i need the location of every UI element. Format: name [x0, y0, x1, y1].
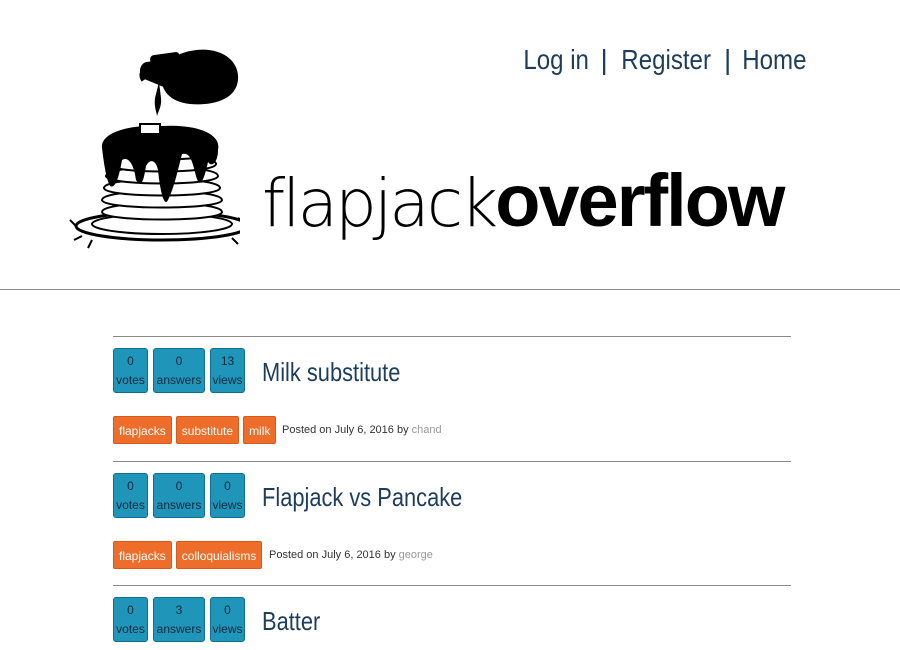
register-link[interactable]: Register: [621, 44, 711, 76]
tag-colloquialisms[interactable]: colloquialisms: [175, 541, 263, 569]
tag-substitute[interactable]: substitute: [175, 416, 240, 444]
votes-label: votes: [116, 373, 145, 387]
answers-label: answers: [156, 498, 202, 512]
votes-counter: 0 votes: [113, 597, 148, 642]
question-item: 0 votes 0 answers 13 views Milk substitu…: [113, 336, 791, 461]
views-counter: 0 views: [210, 597, 245, 642]
answers-count: 3: [175, 603, 183, 617]
tag-flapjacks[interactable]: flapjacks: [113, 416, 172, 444]
votes-count: 0: [127, 354, 134, 368]
question-title-link[interactable]: Flapjack vs Pancake: [262, 482, 462, 513]
views-label: views: [212, 373, 243, 387]
nav-separator: |: [724, 44, 732, 75]
tag-list: flapjacks substitute milk: [113, 416, 277, 444]
votes-label: votes: [116, 622, 145, 636]
question-stats: 0 votes 0 answers 0 views: [113, 473, 245, 518]
author-link[interactable]: george: [399, 549, 433, 561]
votes-counter: 0 votes: [113, 473, 148, 518]
question-stats: 0 votes 3 answers 0 views: [113, 597, 245, 642]
votes-counter: 0 votes: [113, 348, 148, 393]
answers-label: answers: [156, 622, 202, 636]
question-item: 0 votes 3 answers 0 views Batter: [113, 585, 791, 650]
brand-light: flapjack: [262, 165, 498, 242]
home-link[interactable]: Home: [743, 44, 807, 76]
brand-bold: overflow: [495, 159, 785, 242]
nav-separator: |: [600, 44, 608, 75]
views-counter: 0 views: [210, 473, 245, 518]
question-item: 0 votes 0 answers 0 views Flapjack vs Pa…: [113, 461, 791, 585]
tag-milk[interactable]: milk: [243, 416, 277, 444]
pancake-syrup-logo-icon[interactable]: [62, 40, 240, 254]
question-title-link[interactable]: Milk substitute: [262, 357, 400, 388]
answers-counter: 0 answers: [153, 473, 205, 518]
site-brand[interactable]: flapjackoverflow: [262, 156, 785, 249]
posted-date: Posted on July 6, 2016 by: [269, 549, 396, 561]
answers-count: 0: [175, 354, 183, 368]
tag-flapjacks[interactable]: flapjacks: [113, 541, 172, 569]
answers-label: answers: [156, 373, 202, 387]
question-title-link[interactable]: Batter: [262, 606, 320, 637]
views-count: 0: [224, 603, 231, 617]
author-link[interactable]: chand: [412, 424, 442, 436]
votes-count: 0: [127, 479, 134, 493]
tag-list: flapjacks colloquialisms: [113, 541, 263, 569]
answers-counter: 3 answers: [153, 597, 205, 642]
votes-count: 0: [127, 603, 134, 617]
views-label: views: [212, 622, 243, 636]
top-navigation: Log in | Register | Home: [518, 44, 812, 76]
answers-count: 0: [175, 479, 183, 493]
views-counter: 13 views: [210, 348, 245, 393]
views-count: 0: [224, 479, 231, 493]
posted-info: Posted on July 6, 2016 by george: [269, 549, 433, 561]
views-label: views: [212, 498, 243, 512]
question-stats: 0 votes 0 answers 13 views: [113, 348, 245, 393]
posted-date: Posted on July 6, 2016 by: [282, 424, 409, 436]
votes-label: votes: [116, 498, 145, 512]
posted-info: Posted on July 6, 2016 by chand: [282, 424, 442, 436]
login-link[interactable]: Log in: [524, 44, 590, 76]
views-count: 13: [220, 354, 235, 368]
site-header: flapjackoverflow Log in | Register | Hom…: [0, 0, 900, 290]
answers-counter: 0 answers: [153, 348, 205, 393]
